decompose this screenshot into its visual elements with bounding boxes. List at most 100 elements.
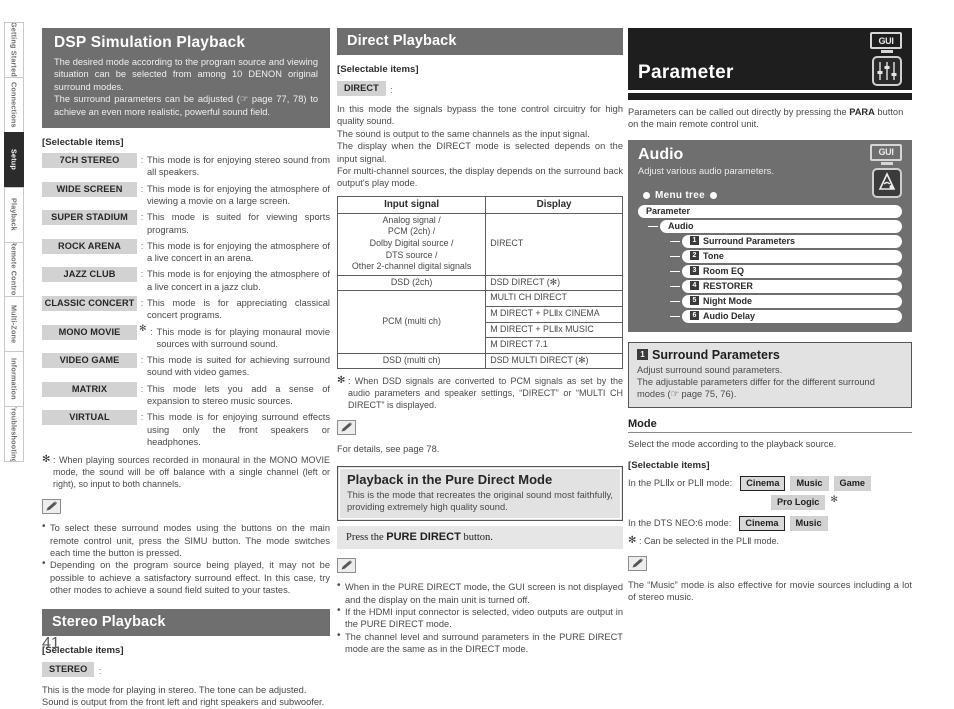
input-signal-table: Input signal Display Analog signal / PCM… <box>336 195 623 370</box>
para-button-name[interactable]: PARA <box>849 107 875 117</box>
dts-mode-label: In the DTS NEO:6 mode: <box>628 518 732 529</box>
direct-chip[interactable]: DIRECT <box>337 81 386 97</box>
tree-branch: 5 Night Mode <box>638 294 902 308</box>
item-label: RESTORER <box>703 280 753 291</box>
sidebar-item-setup[interactable]: Setup <box>4 131 24 187</box>
mode-description: This mode is for enjoying the atmosphere… <box>147 269 330 292</box>
plx-mode-row: In the PLⅡx or PLⅡ mode: Cinema Music Ga… <box>628 475 912 491</box>
mode-chip[interactable]: MATRIX <box>42 381 137 397</box>
sidebar-item-getting-started[interactable]: Getting Started <box>4 22 24 77</box>
selectable-items-label: [Selectable items] <box>42 644 124 656</box>
mode-chip[interactable]: CLASSIC CONCERT <box>42 296 137 311</box>
press-prefix: Press the <box>346 532 387 544</box>
table-row: Analog signal / PCM (2ch) / Dolby Digita… <box>336 212 623 276</box>
monitor-stand <box>881 161 893 165</box>
tree-item-room-eq[interactable]: 3 Room EQ <box>682 264 902 278</box>
mode-chip[interactable]: 7CH STEREO <box>42 153 137 169</box>
mode-chip[interactable]: VIRTUAL <box>42 410 137 426</box>
pure-direct-button-name[interactable]: PURE DIRECT <box>386 531 461 543</box>
tree-item-tone[interactable]: 2 Tone <box>682 249 902 263</box>
press-pure-direct-instruction: Press the PURE DIRECT button. <box>337 526 623 550</box>
mode-button-cinema[interactable]: Cinema <box>739 515 785 531</box>
sidebar-item-troubleshooting[interactable]: Troubleshooting <box>4 406 24 462</box>
mode-button-music[interactable]: Music <box>790 475 829 491</box>
list-item: ROCK ARENA : This mode is for enjoying t… <box>42 238 330 265</box>
menu-tree-title-text: Menu tree <box>655 189 705 201</box>
tree-connector <box>670 255 680 257</box>
pure-direct-panel: Playback in the Pure Direct Mode This is… <box>337 465 623 522</box>
mode-chip[interactable]: VIDEO GAME <box>42 353 137 369</box>
equalizer-icon <box>872 56 902 86</box>
pencil-icon <box>337 420 356 436</box>
sidebar-item-playback[interactable]: Playback <box>4 186 24 242</box>
tree-item-surround-parameters[interactable]: 1 Surround Parameters <box>682 234 902 248</box>
table-row: PCM (multi ch) MULTI CH DIRECT <box>336 290 623 354</box>
item-number: 1 <box>637 349 648 361</box>
middle-column: Direct Playback [Selectable items] DIREC… <box>336 28 623 656</box>
cell-display: M DIRECT + PLⅡx MUSIC <box>485 321 623 339</box>
colon-separator: : <box>390 85 393 95</box>
plx-mode-label: In the PLⅡx or PLⅡ mode: <box>628 477 733 488</box>
mode-chip[interactable]: SUPER STADIUM <box>42 210 137 226</box>
table-row: DSD (2ch) DSD DIRECT (✻) <box>336 274 623 292</box>
pencil-icon <box>42 499 61 515</box>
gui-badge-group: GUI <box>870 143 904 198</box>
item-number: 3 <box>690 265 699 275</box>
tree-connector <box>670 240 680 242</box>
cell-input-signal: PCM (multi ch) <box>336 290 487 354</box>
tree-item-audio-delay[interactable]: 6 Audio Delay <box>682 309 902 323</box>
sidebar-item-connections[interactable]: Connections <box>4 76 24 132</box>
selectable-items-label: [Selectable items] <box>337 64 419 75</box>
mode-button-cinema[interactable]: Cinema <box>740 475 786 491</box>
sidebar-item-information[interactable]: Information <box>4 351 24 407</box>
tree-branch: Audio <box>638 219 902 233</box>
selectable-items-label: [Selectable items] <box>42 137 124 149</box>
press-suffix: button. <box>460 532 493 544</box>
tree-root-parameter[interactable]: Parameter <box>638 204 902 218</box>
right-column: Parameter GUI Parameters can be called o… <box>628 28 912 604</box>
page-number: 41 <box>42 635 60 652</box>
tree-item-night-mode[interactable]: 5 Night Mode <box>682 294 902 308</box>
page-title: DSP Simulation Playback <box>54 34 246 51</box>
tree-item-audio[interactable]: Audio <box>660 219 902 233</box>
gui-monitor-icon: GUI <box>870 32 902 49</box>
section-tabs: Getting Started Connections Setup Playba… <box>4 22 24 462</box>
sidebar-item-label: Information <box>9 358 19 401</box>
tree-connector <box>670 315 680 317</box>
mode-chip[interactable]: MONO MOVIE <box>42 324 137 340</box>
list-item: WIDE SCREEN : This mode is for enjoying … <box>42 181 330 208</box>
mode-chip[interactable]: WIDE SCREEN <box>42 181 137 197</box>
item-number: 1 <box>690 235 699 245</box>
mode-chip[interactable]: ROCK ARENA <box>42 238 137 254</box>
cell-display: DSD DIRECT (✻) <box>485 274 623 292</box>
colon-separator: : <box>140 355 144 366</box>
mode-button-game[interactable]: Game <box>833 475 872 491</box>
mode-button-music[interactable]: Music <box>789 515 828 531</box>
dts-mode-row: In the DTS NEO:6 mode: Cinema Music <box>628 515 912 531</box>
tree-branch: 3 Room EQ <box>638 264 902 278</box>
parameter-intro-prefix: Parameters can be called out directly by… <box>628 107 850 117</box>
mono-movie-footnote: ✻ : When playing sources recorded in mon… <box>42 454 330 490</box>
tree-branch: 4 RESTORER <box>638 279 902 293</box>
tree-branch: 2 Tone <box>638 249 902 263</box>
colon-separator: : <box>150 326 153 337</box>
sidebar-item-label: Multi-Zone <box>9 305 19 344</box>
menu-tree: Menu tree Parameter Audio 1 Surround Para… <box>628 183 912 332</box>
asterisk-marker: ✻ <box>42 454 51 466</box>
item-label: Audio Delay <box>703 310 756 321</box>
mode-chip[interactable]: JAZZ CLUB <box>42 267 137 283</box>
mode-description: Select the mode according to the playbac… <box>628 439 837 450</box>
dsp-hero-text: The desired mode according to the progra… <box>54 57 318 117</box>
selectable-items-label: [Selectable items] <box>628 459 710 471</box>
gui-badge-group: GUI <box>870 32 904 86</box>
mode-button-pro-logic[interactable]: Pro Logic <box>771 494 826 510</box>
sidebar-item-remote-control[interactable]: Remote Control <box>4 241 24 297</box>
list-item: To select these surround modes using the… <box>42 521 330 559</box>
sidebar-item-label: Getting Started <box>9 22 19 77</box>
details-note: For details, see page 78. <box>337 444 440 455</box>
cell-display: M DIRECT 7.1 <box>485 337 623 354</box>
dsp-mode-list: 7CH STEREO : This mode is for enjoying s… <box>42 153 330 448</box>
tree-item-restorer[interactable]: 4 RESTORER <box>682 279 902 293</box>
sidebar-item-multi-zone[interactable]: Multi-Zone <box>4 296 24 352</box>
tree-branch: 6 Audio Delay <box>638 309 902 323</box>
